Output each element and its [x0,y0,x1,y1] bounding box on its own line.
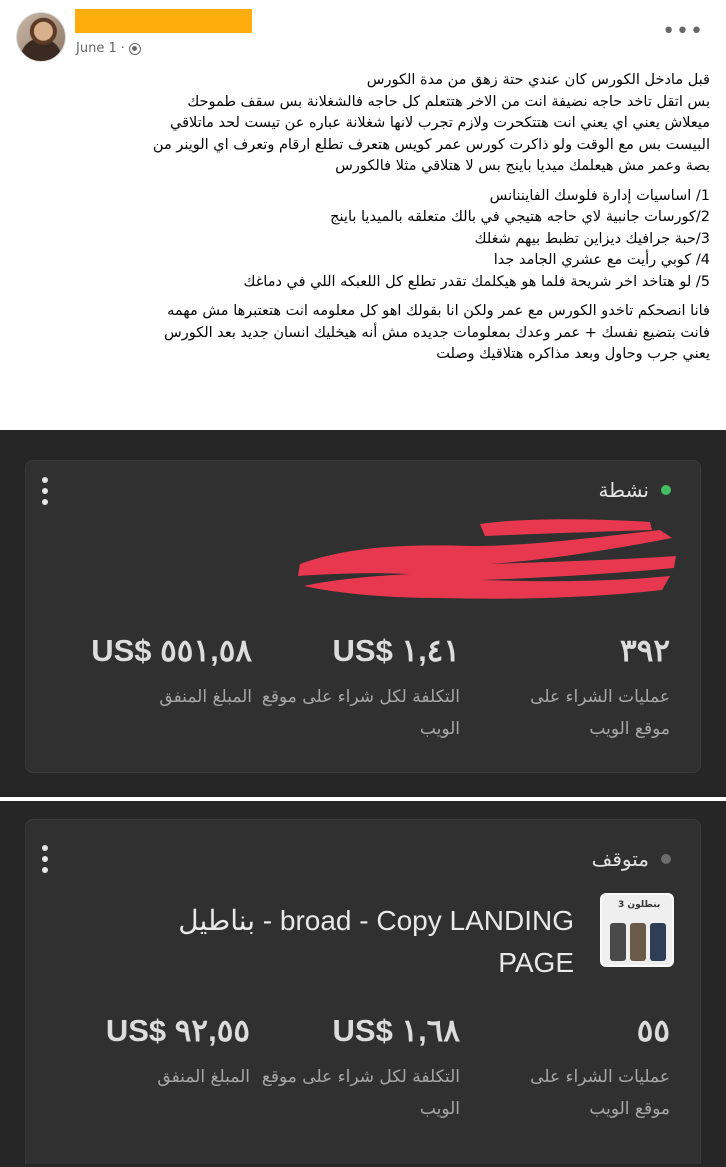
post-meta: June 1 · [76,41,141,56]
post-line: ميعلاش يعني اي يعني انت هتتكحرت ولازم تج… [169,115,710,131]
avatar[interactable] [16,12,66,62]
post-line: 1/ اساسيات إدارة فلوسك الفايننانس [489,187,710,204]
post-line: فانت بتضيع نفسك + عمر وعدك بمعلومات جديد… [164,324,710,341]
redaction-scribble [298,519,676,599]
status-label: نشطة [598,478,649,502]
metric-amount-spent: US$ ٥٥١,٥٨ المبلغ المنفق [82,633,252,713]
post-line: يعني جرب وحاول وبعد مذاكره هتلاقيك وصلت [436,346,710,362]
status-dot-paused [661,854,671,864]
metric-label: المبلغ المنفق [159,687,252,707]
paragraph-2: 1/ اساسيات إدارة فلوسك الفايننانس 2/كورس… [16,186,711,294]
post-line: بس اتقل تاخد حاجه نضيفة انت من الاخر هتت… [187,93,710,110]
post-date[interactable]: June 1 [76,41,117,56]
more-options-button[interactable]: ••• [662,21,704,43]
metric-label: عمليات الشراء على موقع الويب [530,1067,670,1119]
post-line: بصة وعمر مش هيعلمك ميديا باينج بس لا هتل… [335,158,710,174]
post-body: قبل مادخل الكورس كان عندي حتة زهق من مدة… [16,70,710,374]
pants-figure [610,923,626,961]
metric-value: US$ ١,٤١ [332,633,461,668]
metric-value: US$ ٩٢,٥٥ [105,1013,250,1048]
more-vertical-icon[interactable] [40,477,50,511]
campaign-status: نشطة [598,478,671,502]
paragraph-3: فانا انصحكم تاخدو الكورس مع عمر ولكن انا… [16,301,710,366]
status-dot-active [661,485,671,495]
metric-value: US$ ٥٥١,٥٨ [91,633,252,668]
post-line: 3/حبة جرافيك ديزاين تظبط بيهم شغلك [474,230,710,247]
ad-thumbnail[interactable]: 3 بنطلون [600,893,674,967]
status-label: متوقف [591,847,649,871]
metric-value: US$ ١,٦٨ [332,1013,461,1048]
metric-label: التكلفة لكل شراء على موقع الويب [261,687,460,739]
more-vertical-icon[interactable] [40,845,50,879]
metric-purchases: ٥٥ عمليات الشراء على موقع الويب [495,1013,670,1125]
post-line: البيست بس مع الوقت ولو ذاكرت كورس عمر كو… [152,136,710,153]
metric-value: ٥٥ [636,1013,670,1048]
post-line: 4/ كوبي رأيت مع عشري الجامد جدا [493,252,710,268]
separator-dot: · [120,41,125,56]
thumbnail-text: 3 بنطلون [618,900,661,910]
metric-label: عمليات الشراء على موقع الويب [530,687,670,739]
post-line: فانا انصحكم تاخدو الكورس مع عمر ولكن انا… [167,303,710,319]
post-header: June 1 · ••• [0,0,726,70]
post-line: 2/كورسات جانبية لاي حاجه هتيجي في بالك م… [330,209,710,225]
metric-label: المبلغ المنفق [157,1067,250,1087]
metric-cost-per-purchase: US$ ١,٦٨ التكلفة لكل شراء على موقع الويب [260,1013,460,1125]
paragraph-1: قبل مادخل الكورس كان عندي حتة زهق من مدة… [16,70,710,178]
post-line: قبل مادخل الكورس كان عندي حتة زهق من مدة… [366,72,710,88]
metric-value: ٣٩٢ [620,633,670,668]
author-name-redaction [75,9,252,33]
globe-icon [128,42,141,55]
ad-title[interactable]: بناطيل - broad - Copy LANDING PAGE [124,900,574,984]
metric-amount-spent: US$ ٩٢,٥٥ المبلغ المنفق [80,1013,250,1093]
post-line: 5/ لو هتاخد اخر شريحة فلما هو هيكلمك تقد… [243,273,711,290]
pants-figure [650,923,666,961]
metric-purchases: ٣٩٢ عمليات الشراء على موقع الويب [495,633,670,745]
metric-cost-per-purchase: US$ ١,٤١ التكلفة لكل شراء على موقع الويب [260,633,460,745]
metric-label: التكلفة لكل شراء على موقع الويب [261,1067,460,1119]
pants-figure [630,923,646,961]
campaign-status: متوقف [592,847,671,871]
